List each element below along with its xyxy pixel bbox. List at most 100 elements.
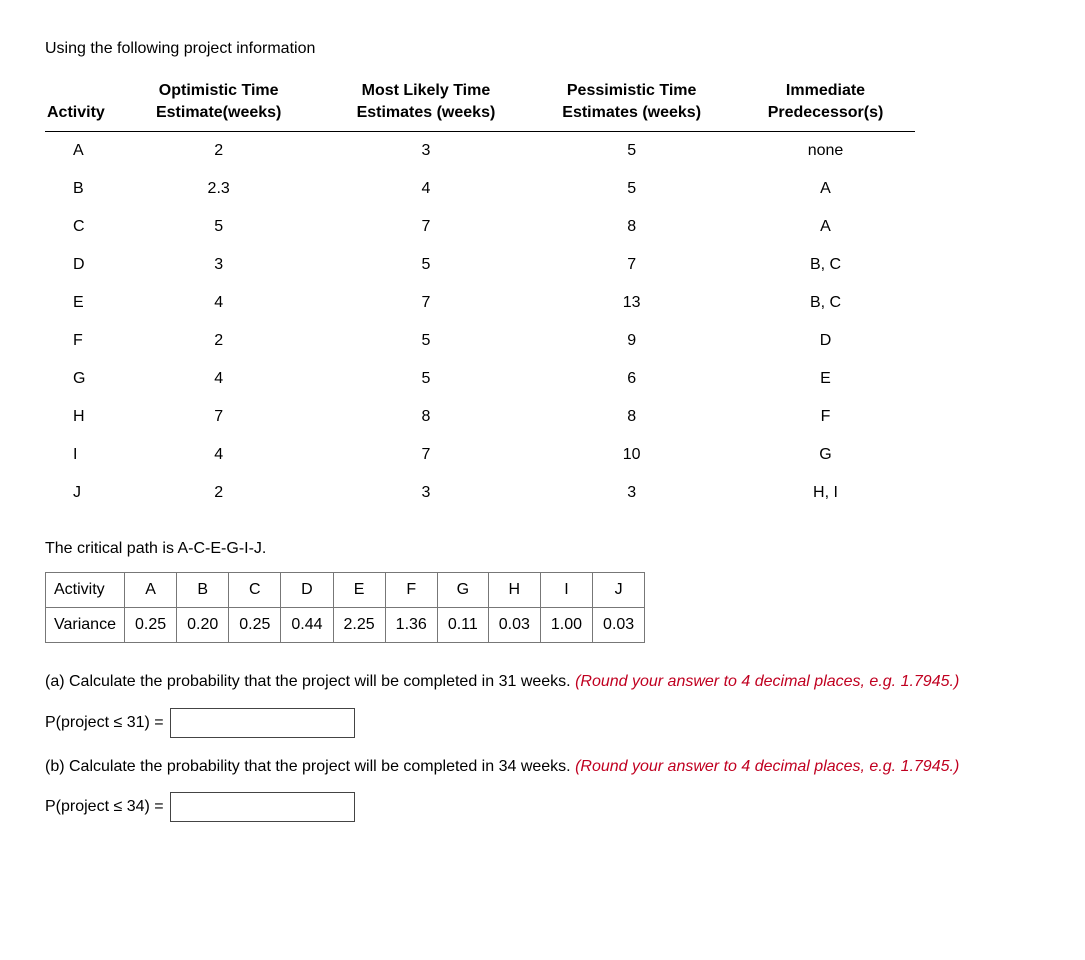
cell: 7 bbox=[325, 208, 528, 246]
question-b: (b) Calculate the probability that the p… bbox=[45, 756, 1040, 778]
variance-activity-cell: B bbox=[177, 573, 229, 608]
cell: 7 bbox=[325, 284, 528, 322]
table-row: D357B, C bbox=[45, 246, 915, 284]
cell: E bbox=[45, 284, 113, 322]
cell: 8 bbox=[527, 208, 736, 246]
table-row: J233H, I bbox=[45, 474, 915, 512]
cell: H bbox=[45, 398, 113, 436]
cell: G bbox=[45, 360, 113, 398]
question-a: (a) Calculate the probability that the p… bbox=[45, 671, 1040, 693]
critical-path-text: The critical path is A-C-E-G-I-J. bbox=[45, 540, 1040, 558]
table-row: I4710G bbox=[45, 436, 915, 474]
variance-value-cell: 2.25 bbox=[333, 608, 385, 643]
cell: 5 bbox=[325, 322, 528, 360]
cell: 9 bbox=[527, 322, 736, 360]
cell: F bbox=[736, 398, 915, 436]
cell: 2 bbox=[113, 322, 325, 360]
question-a-text: (a) Calculate the probability that the p… bbox=[45, 673, 571, 690]
cell: 4 bbox=[113, 360, 325, 398]
cell: A bbox=[45, 132, 113, 171]
table-row: A235none bbox=[45, 132, 915, 171]
table-row: B2.345A bbox=[45, 170, 915, 208]
cell: 3 bbox=[325, 132, 528, 171]
question-a-hint: (Round your answer to 4 decimal places, … bbox=[575, 673, 959, 690]
variance-activity-cell: E bbox=[333, 573, 385, 608]
col-activity: Activity bbox=[45, 76, 113, 132]
table-row: C578A bbox=[45, 208, 915, 246]
cell: 7 bbox=[325, 436, 528, 474]
cell: 10 bbox=[527, 436, 736, 474]
cell: 8 bbox=[325, 398, 528, 436]
variance-activity-cell: C bbox=[229, 573, 281, 608]
table-row: G456E bbox=[45, 360, 915, 398]
table-row: E4713B, C bbox=[45, 284, 915, 322]
cell: D bbox=[736, 322, 915, 360]
cell: F bbox=[45, 322, 113, 360]
cell: 7 bbox=[113, 398, 325, 436]
answer-b-input[interactable] bbox=[170, 792, 355, 822]
cell: 3 bbox=[113, 246, 325, 284]
variance-activity-cell: A bbox=[124, 573, 176, 608]
cell: 4 bbox=[113, 284, 325, 322]
cell: C bbox=[45, 208, 113, 246]
variance-table: Activity ABCDEFGHIJ Variance 0.250.200.2… bbox=[45, 572, 645, 643]
answer-a-input[interactable] bbox=[170, 708, 355, 738]
variance-value-cell: 0.25 bbox=[229, 608, 281, 643]
cell: A bbox=[736, 170, 915, 208]
table-row: F259D bbox=[45, 322, 915, 360]
cell: B bbox=[45, 170, 113, 208]
variance-value-cell: 0.44 bbox=[281, 608, 333, 643]
cell: A bbox=[736, 208, 915, 246]
intro-text: Using the following project information bbox=[45, 40, 1040, 58]
cell: 5 bbox=[113, 208, 325, 246]
cell: 5 bbox=[325, 360, 528, 398]
project-table: Activity Optimistic Time Estimate(weeks)… bbox=[45, 76, 915, 512]
variance-activity-cell: H bbox=[488, 573, 540, 608]
variance-activity-cell: D bbox=[281, 573, 333, 608]
cell: 2 bbox=[113, 474, 325, 512]
cell: 3 bbox=[325, 474, 528, 512]
col-predecessor: Immediate Predecessor(s) bbox=[736, 76, 915, 132]
cell: 4 bbox=[325, 170, 528, 208]
col-most-likely: Most Likely Time Estimates (weeks) bbox=[325, 76, 528, 132]
variance-activity-cell: J bbox=[593, 573, 645, 608]
cell: 4 bbox=[113, 436, 325, 474]
table-row: H788F bbox=[45, 398, 915, 436]
variance-activity-cell: G bbox=[437, 573, 488, 608]
cell: 13 bbox=[527, 284, 736, 322]
cell: 2.3 bbox=[113, 170, 325, 208]
variance-activity-cell: F bbox=[385, 573, 437, 608]
question-b-label: P(project ≤ 34) = bbox=[45, 798, 164, 816]
variance-value-cell: 0.20 bbox=[177, 608, 229, 643]
cell: 5 bbox=[325, 246, 528, 284]
variance-value-cell: 0.11 bbox=[437, 608, 488, 643]
cell: 8 bbox=[527, 398, 736, 436]
cell: D bbox=[45, 246, 113, 284]
cell: 5 bbox=[527, 132, 736, 171]
cell: 6 bbox=[527, 360, 736, 398]
cell: 5 bbox=[527, 170, 736, 208]
variance-activity-cell: I bbox=[540, 573, 592, 608]
cell: E bbox=[736, 360, 915, 398]
cell: B, C bbox=[736, 284, 915, 322]
cell: I bbox=[45, 436, 113, 474]
question-a-label: P(project ≤ 31) = bbox=[45, 714, 164, 732]
variance-value-cell: 1.00 bbox=[540, 608, 592, 643]
cell: none bbox=[736, 132, 915, 171]
question-b-text: (b) Calculate the probability that the p… bbox=[45, 758, 571, 775]
variance-row-activity-label: Activity bbox=[46, 573, 125, 608]
variance-value-cell: 0.03 bbox=[488, 608, 540, 643]
cell: J bbox=[45, 474, 113, 512]
cell: G bbox=[736, 436, 915, 474]
variance-value-cell: 0.03 bbox=[593, 608, 645, 643]
col-optimistic: Optimistic Time Estimate(weeks) bbox=[113, 76, 325, 132]
cell: H, I bbox=[736, 474, 915, 512]
variance-value-cell: 1.36 bbox=[385, 608, 437, 643]
col-pessimistic: Pessimistic Time Estimates (weeks) bbox=[527, 76, 736, 132]
cell: B, C bbox=[736, 246, 915, 284]
cell: 7 bbox=[527, 246, 736, 284]
variance-value-cell: 0.25 bbox=[124, 608, 176, 643]
question-b-hint: (Round your answer to 4 decimal places, … bbox=[575, 758, 959, 775]
cell: 3 bbox=[527, 474, 736, 512]
cell: 2 bbox=[113, 132, 325, 171]
